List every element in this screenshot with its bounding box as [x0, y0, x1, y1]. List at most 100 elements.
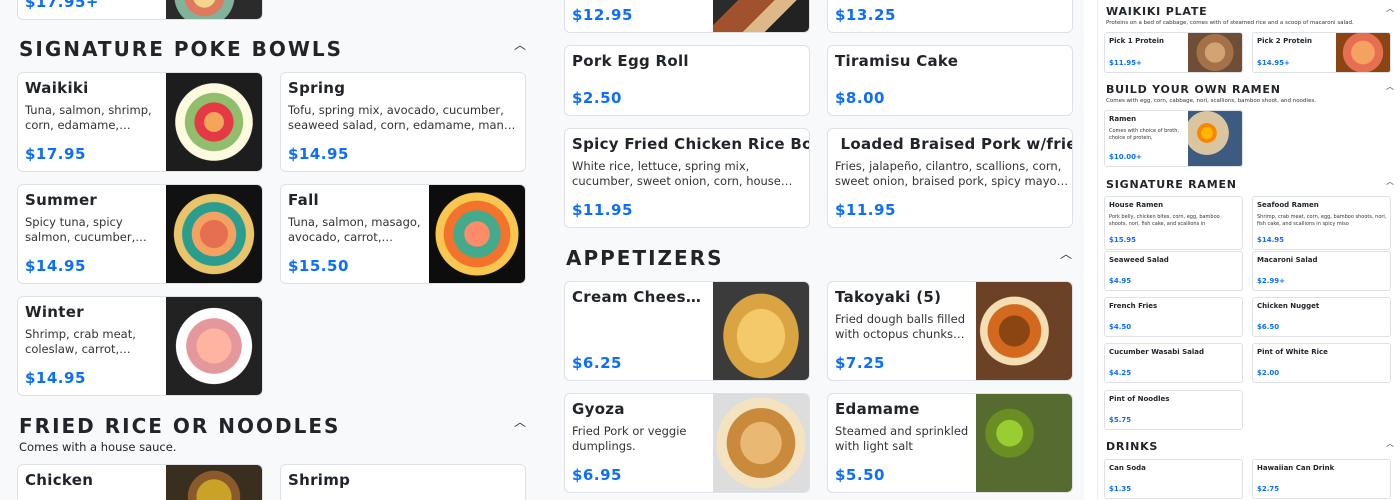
- menu-item-card[interactable]: Loaded Braised Pork w/fries Fries, jalap…: [827, 128, 1073, 228]
- item-price: $4.25: [1109, 369, 1132, 377]
- menu-item-card[interactable]: Cucumber Wasabi Salad $4.25: [1104, 343, 1243, 383]
- left-menu-pane: $17.95+ SIGNATURE POKE BOWLS ︿ Waikiki T…: [0, 0, 542, 500]
- item-price: $7.25: [835, 354, 885, 372]
- section-title-waikiki-plate: WAIKIKI PLATE: [1106, 5, 1208, 18]
- item-price: $6.50: [1257, 323, 1280, 331]
- item-name: Spicy Fried Chicken Rice Bowl: [572, 135, 810, 153]
- item-image: [166, 73, 262, 171]
- item-description: Tofu, spring mix, avocado, cucumber, sea…: [288, 103, 522, 132]
- item-description: Tuna, salmon, shrimp, corn, edamame, cuc…: [25, 103, 152, 132]
- item-name: Winter: [25, 303, 84, 321]
- menu-item-card[interactable]: $13.25: [827, 0, 1073, 33]
- menu-item-card[interactable]: Chicken Nugget $6.50: [1252, 297, 1391, 337]
- item-name: Tiramisu Cake: [835, 52, 959, 70]
- item-image: [713, 0, 809, 32]
- item-price: $15.95: [1109, 236, 1137, 244]
- item-name: Hawaiian Can Drink: [1257, 464, 1335, 472]
- menu-item-card[interactable]: Pork Egg Roll $2.50: [564, 45, 810, 116]
- item-image: [1188, 33, 1242, 72]
- chevron-up-icon[interactable]: ︿: [514, 36, 526, 53]
- item-price: $14.95: [25, 369, 86, 387]
- chevron-up-icon[interactable]: ︿: [514, 413, 526, 430]
- chevron-up-icon[interactable]: ︿: [1386, 3, 1394, 14]
- menu-item-card[interactable]: Can Soda $1.35: [1104, 459, 1243, 499]
- item-price: $4.95: [1109, 277, 1132, 285]
- item-image: [1188, 111, 1242, 166]
- section-subtitle: Comes with egg, corn, cabbage, nori, sca…: [1106, 98, 1316, 104]
- item-price: $11.95: [572, 201, 633, 219]
- menu-item-card[interactable]: Tiramisu Cake $8.00: [827, 45, 1073, 116]
- menu-item-card[interactable]: Macaroni Salad $2.99+: [1252, 251, 1391, 291]
- menu-item-card[interactable]: Spring Tofu, spring mix, avocado, cucumb…: [280, 72, 526, 172]
- chevron-up-icon[interactable]: ︿: [1386, 176, 1394, 187]
- item-price: $10.00+: [1109, 153, 1142, 161]
- menu-item-card[interactable]: Pick 2 Protein $14.95+: [1252, 32, 1391, 73]
- menu-item-card[interactable]: Pint of White Rice $2.00: [1252, 343, 1391, 383]
- menu-item-card[interactable]: Fall Tuna, salmon, masago, avocado, carr…: [280, 184, 526, 284]
- item-price: $6.25: [572, 354, 622, 372]
- menu-item-card[interactable]: Edamame Steamed and sprinkled with light…: [827, 393, 1073, 493]
- menu-item-card[interactable]: Gyoza Fried Pork or veggie dumplings. $6…: [564, 393, 810, 493]
- menu-item-card[interactable]: Winter Shrimp, crab meat, coleslaw, carr…: [17, 296, 263, 396]
- item-name: Shrimp: [288, 471, 351, 489]
- item-price: $2.50: [572, 89, 622, 107]
- item-price: $1.35: [1109, 485, 1132, 493]
- chevron-up-icon[interactable]: ︿: [1060, 245, 1072, 262]
- item-description: Fried dough balls filled with octopus ch…: [835, 312, 965, 341]
- menu-item-card[interactable]: Chicken: [17, 464, 263, 500]
- item-price: $2.75: [1257, 485, 1280, 493]
- menu-item-card[interactable]: Summer Spicy tuna, spicy salmon, cucumbe…: [17, 184, 263, 284]
- section-title-build-ramen: BUILD YOUR OWN RAMEN: [1106, 83, 1281, 96]
- section-title-appetizers: APPETIZERS: [566, 246, 724, 270]
- item-description: Tuna, salmon, masago, avocado, carrot, e…: [288, 215, 421, 244]
- item-description: Shrimp, crab meat, coleslaw, carrot, cuc…: [25, 327, 136, 356]
- item-name: House Ramen: [1109, 201, 1164, 209]
- menu-item-card[interactable]: $17.95+: [17, 0, 263, 20]
- item-price: $2.00: [1257, 369, 1280, 377]
- item-name: Gyoza: [572, 400, 625, 418]
- item-name: Pint of Noodles: [1109, 395, 1170, 403]
- item-name: Pork Egg Roll: [572, 52, 689, 70]
- item-name: Pick 1 Protein: [1109, 37, 1164, 45]
- menu-item-card[interactable]: French Fries $4.50: [1104, 297, 1243, 337]
- item-price: $17.95+: [25, 0, 99, 11]
- menu-item-card[interactable]: Pint of Noodles $5.75: [1104, 390, 1243, 430]
- item-image: [166, 185, 262, 283]
- item-price: $17.95: [25, 145, 86, 163]
- item-description: Spicy tuna, spicy salmon, cucumber, corn…: [25, 215, 136, 244]
- item-name: French Fries: [1109, 302, 1158, 310]
- section-title-drinks: DRINKS: [1106, 440, 1159, 453]
- menu-item-card[interactable]: Ramen Comes with choice of broth, choice…: [1104, 110, 1243, 167]
- item-price: $11.95: [835, 201, 896, 219]
- item-image: [976, 282, 1072, 380]
- menu-item-card[interactable]: Spicy Fried Chicken Rice Bowl White rice…: [564, 128, 810, 228]
- menu-item-card[interactable]: $12.95: [564, 0, 810, 33]
- item-description: Steamed and sprinkled with light salt: [835, 424, 969, 453]
- menu-item-card[interactable]: Cream Cheese... $6.25: [564, 281, 810, 381]
- item-price: $11.95+: [1109, 59, 1142, 67]
- item-image: [166, 0, 262, 19]
- item-price: $14.95: [1257, 236, 1285, 244]
- menu-item-card[interactable]: Waikiki Tuna, salmon, shrimp, corn, edam…: [17, 72, 263, 172]
- menu-item-card[interactable]: Shrimp: [280, 464, 526, 500]
- item-price: $2.99+: [1257, 277, 1286, 285]
- item-image: [166, 297, 262, 395]
- item-name: Summer: [25, 191, 98, 209]
- item-name: Chicken: [25, 471, 94, 489]
- menu-item-card[interactable]: Seaweed Salad $4.95: [1104, 251, 1243, 291]
- item-name: Can Soda: [1109, 464, 1146, 472]
- item-image: [713, 394, 809, 492]
- menu-item-card[interactable]: Takoyaki (5) Fried dough balls filled wi…: [827, 281, 1073, 381]
- menu-item-card[interactable]: Seafood Ramen Shrimp, crab meat, corn, e…: [1252, 196, 1391, 250]
- section-title-signature-poke: SIGNATURE POKE BOWLS: [19, 37, 344, 61]
- item-name: Cucumber Wasabi Salad: [1109, 348, 1205, 356]
- chevron-up-icon[interactable]: ︿: [1386, 81, 1394, 92]
- menu-item-card[interactable]: Hawaiian Can Drink $2.75: [1252, 459, 1391, 499]
- item-image: [166, 465, 262, 500]
- item-price: $8.00: [835, 89, 885, 107]
- menu-item-card[interactable]: House Ramen Pork belly, chicken bites, c…: [1104, 196, 1243, 250]
- chevron-up-icon[interactable]: ︿: [1386, 438, 1394, 449]
- menu-item-card[interactable]: Pick 1 Protein $11.95+: [1104, 32, 1243, 73]
- item-image: [713, 282, 809, 380]
- section-title-fried-rice: FRIED RICE OR NOODLES: [19, 414, 341, 438]
